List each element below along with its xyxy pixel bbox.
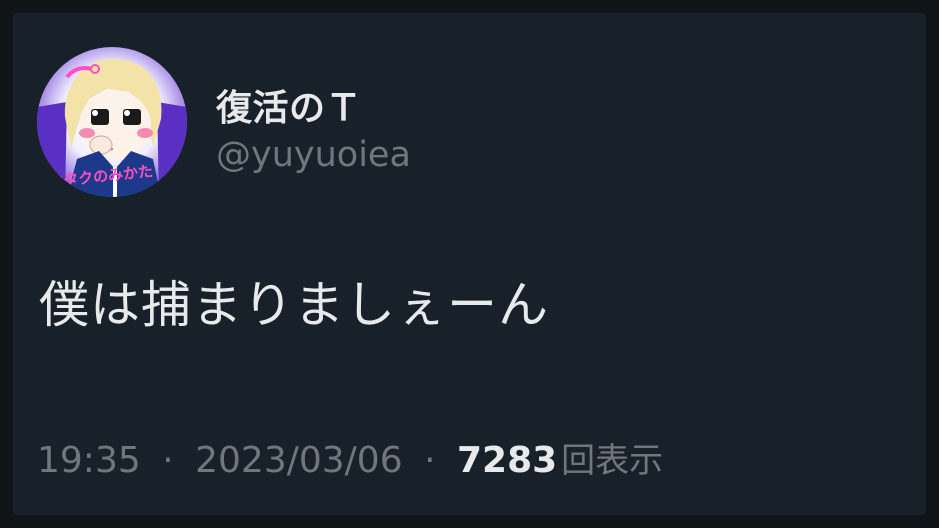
tweet-card: オタクのみかた 復活のＴ @yuyuoiea 僕は捕まりましぇーん 19:35 … (13, 13, 926, 515)
tweet-text: 僕は捕まりましぇーん (39, 276, 549, 334)
author-handle[interactable]: @yuyuoiea (216, 135, 411, 175)
views-label[interactable]: 回表示 (557, 441, 663, 481)
avatar-image: オタクのみかた (37, 47, 187, 197)
tweet-date[interactable]: 2023/03/06 (195, 440, 403, 481)
tweet-meta: 19:35 · 2023/03/06 · 7283 回表示 (37, 433, 663, 482)
author-avatar[interactable]: オタクのみかた (37, 47, 187, 197)
views-count[interactable]: 7283 (457, 440, 557, 481)
meta-separator: · (424, 440, 436, 481)
tweet-time[interactable]: 19:35 (37, 440, 141, 481)
meta-separator: · (162, 440, 174, 481)
author-display-name[interactable]: 復活のＴ (216, 79, 362, 131)
screenshot-frame: オタクのみかた 復活のＴ @yuyuoiea 僕は捕まりましぇーん 19:35 … (0, 0, 939, 528)
